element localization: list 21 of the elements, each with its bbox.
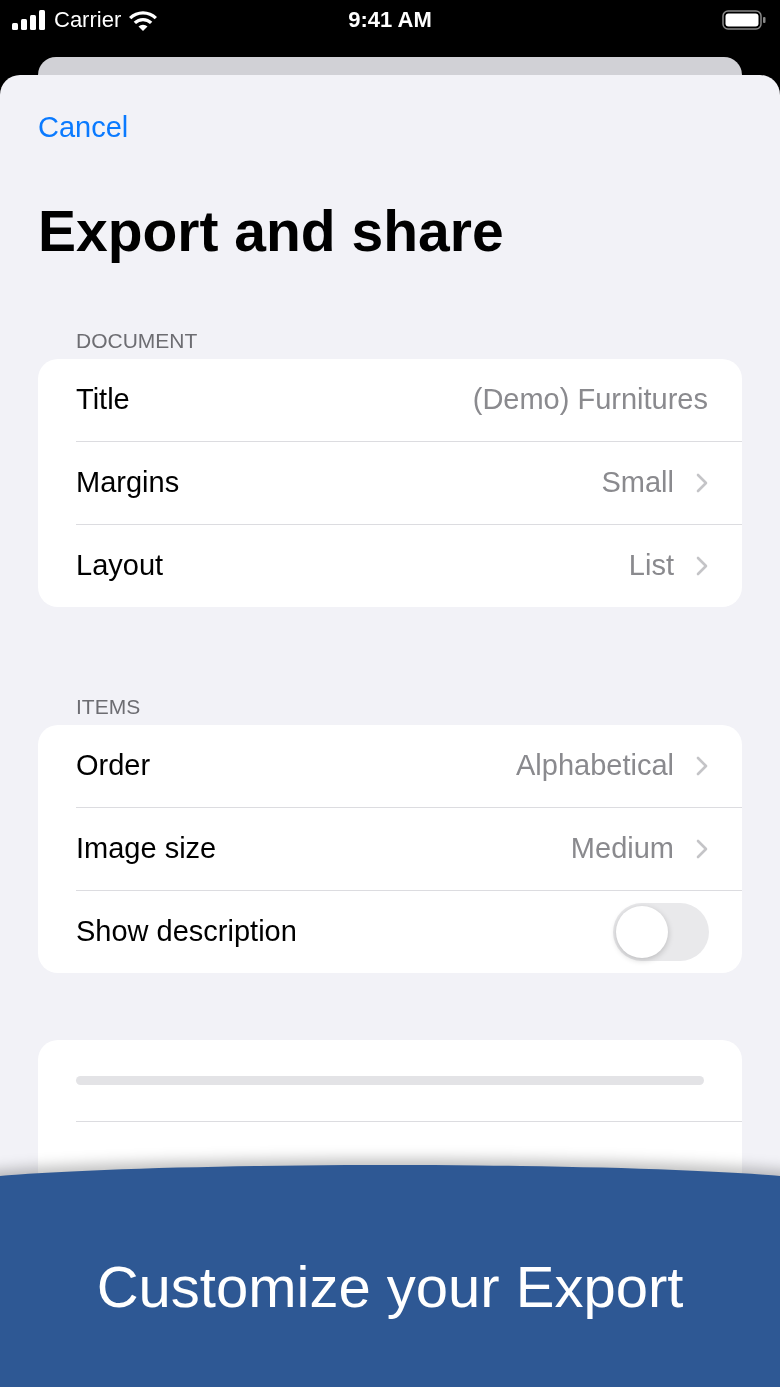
clock-time: 9:41 AM xyxy=(348,7,432,33)
toggle-switch[interactable] xyxy=(613,902,709,961)
chevron-icon xyxy=(696,555,708,576)
settings-row[interactable]: Order Alphabetical xyxy=(76,724,742,808)
wifi-icon xyxy=(129,9,158,31)
carrier-name: Carrier xyxy=(54,7,122,33)
chevron-icon xyxy=(696,472,708,493)
settings-row: Title (Demo) Furnitures xyxy=(76,358,742,442)
page-title: Export and share xyxy=(38,200,505,263)
settings-row[interactable]: Image size Medium xyxy=(76,807,742,891)
settings-row[interactable]: Margins Small xyxy=(76,441,742,525)
section-header: ITEMS xyxy=(76,694,142,720)
signal-icon xyxy=(12,10,46,30)
section-header: DOCUMENT xyxy=(76,328,199,354)
toggle-row: Show description xyxy=(76,890,742,973)
battery-icon xyxy=(722,10,766,30)
chevron-icon xyxy=(696,755,708,776)
banner-caption: Customize your Export xyxy=(96,1253,684,1320)
chevron-icon xyxy=(696,838,708,859)
settings-row[interactable]: Layout List xyxy=(76,524,742,607)
cancel-button[interactable]: Cancel xyxy=(38,111,129,143)
